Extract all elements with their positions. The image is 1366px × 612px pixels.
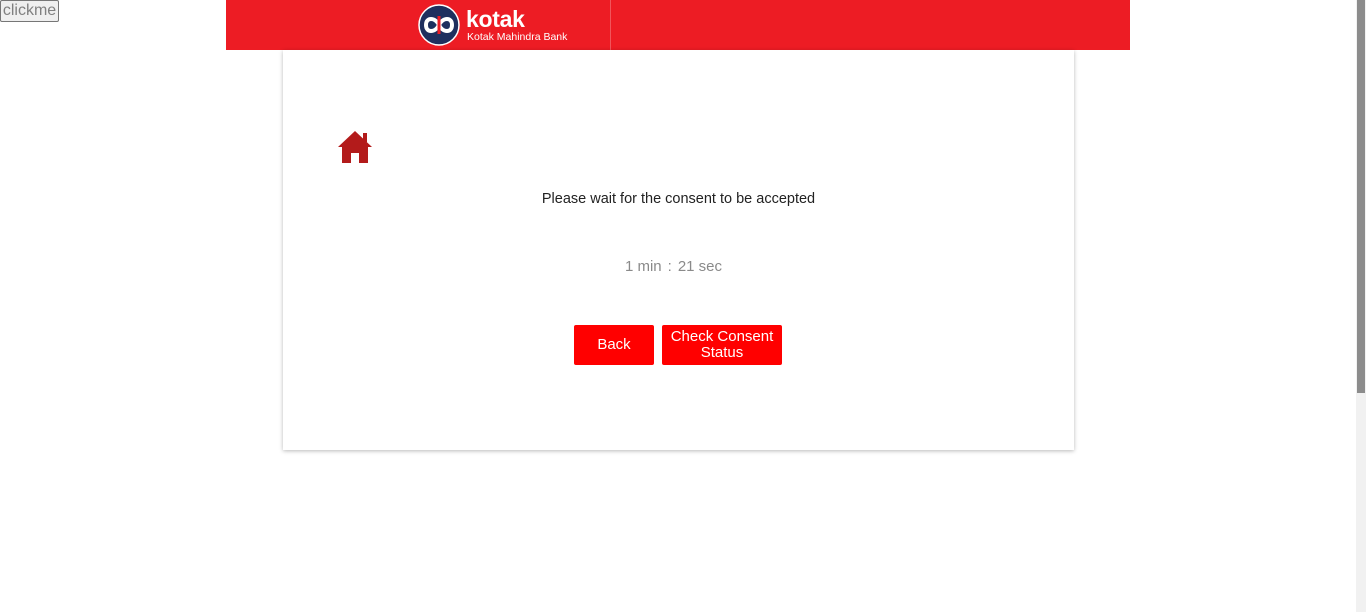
timer-separator: : <box>667 258 672 275</box>
home-icon[interactable] <box>336 128 374 166</box>
scrollbar-thumb[interactable] <box>1357 0 1365 393</box>
brand-name: kotak <box>466 6 525 32</box>
kotak-logo[interactable]: kotak Kotak Mahindra Bank <box>416 4 616 46</box>
consent-card: Please wait for the consent to be accept… <box>283 50 1074 450</box>
check-consent-status-button[interactable]: Check Consent Status <box>662 325 782 365</box>
top-header-bar: kotak Kotak Mahindra Bank <box>226 0 1130 50</box>
header-divider <box>610 0 611 50</box>
consent-wait-message: Please wait for the consent to be accept… <box>541 191 816 207</box>
timer-seconds: 21 sec <box>677 258 723 275</box>
kotak-infinity-logo-icon <box>418 4 460 46</box>
back-button[interactable]: Back <box>574 325 654 365</box>
timer-minutes: 1 min <box>624 258 662 275</box>
clickme-button[interactable]: clickme <box>0 0 59 22</box>
brand-subtitle: Kotak Mahindra Bank <box>467 31 568 43</box>
countdown-timer: 1 min:21 sec <box>283 258 1064 275</box>
vertical-scrollbar[interactable] <box>1356 0 1366 612</box>
